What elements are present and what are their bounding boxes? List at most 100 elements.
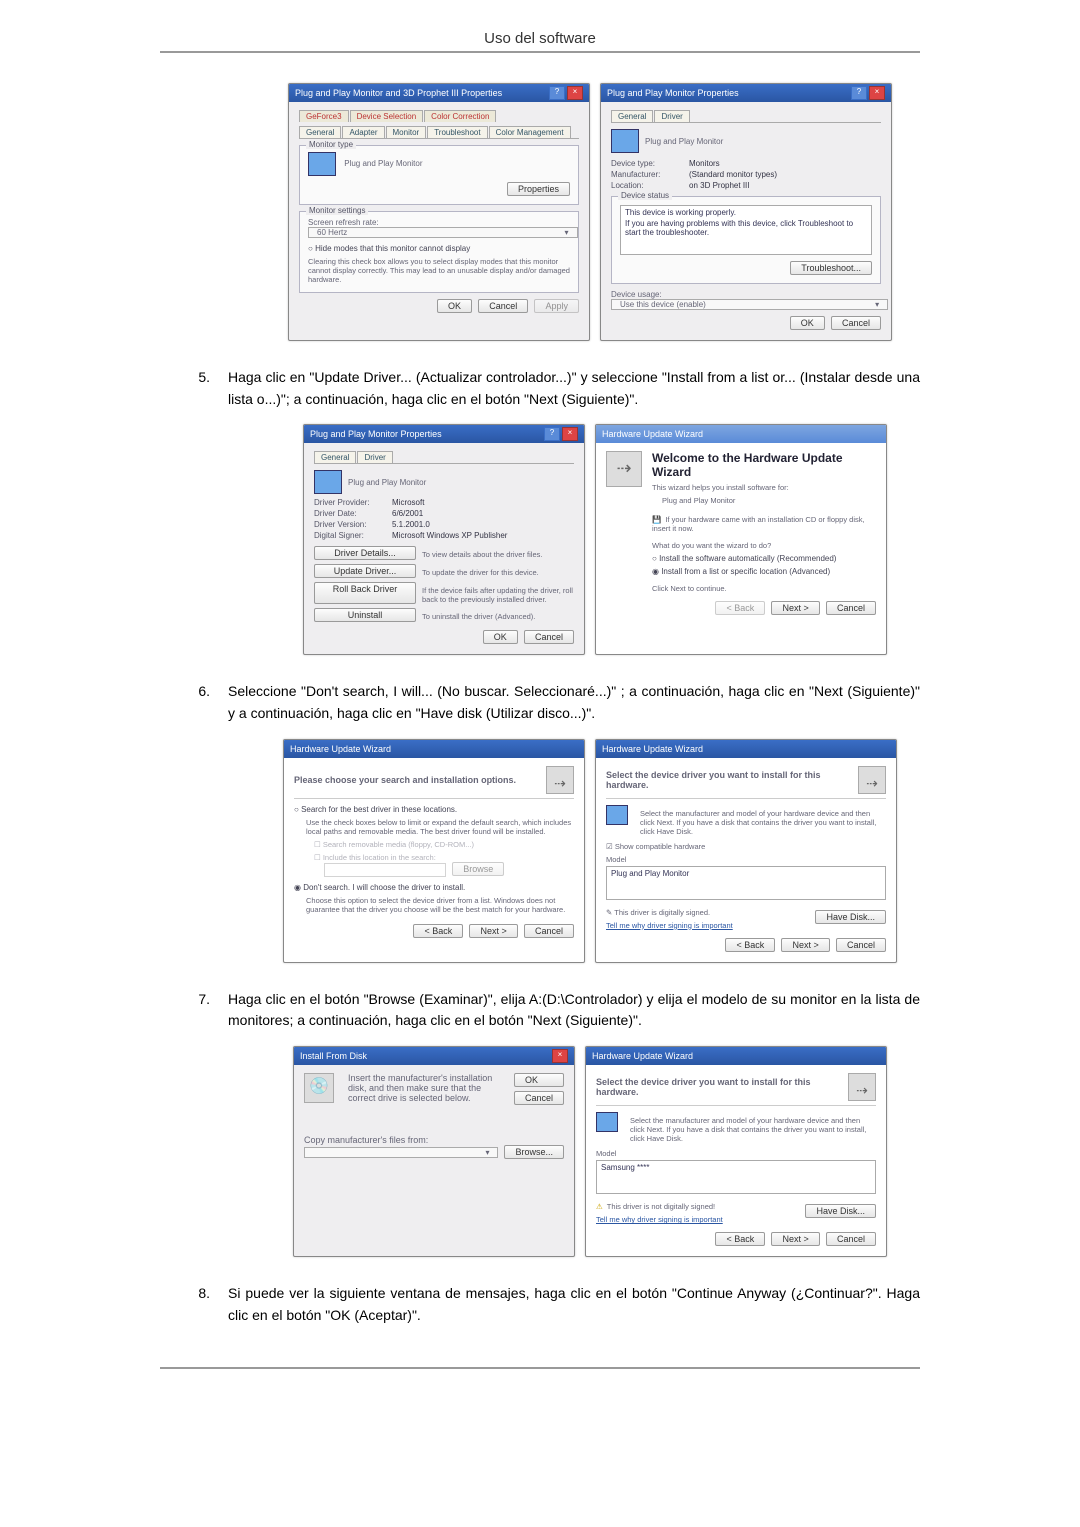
monitor-icon xyxy=(314,470,342,494)
document-page: Uso del software Plug and Play Monitor a… xyxy=(160,0,920,1389)
cancel-button[interactable]: Cancel xyxy=(524,924,574,938)
cancel-button[interactable]: Cancel xyxy=(514,1091,564,1105)
tab-adapter[interactable]: Adapter xyxy=(342,126,384,138)
opt-dont-search[interactable]: Don't search. I will choose the driver t… xyxy=(294,883,574,892)
dialog-monitor-3dprophet-props: Plug and Play Monitor and 3D Prophet III… xyxy=(288,83,590,341)
back-button[interactable]: < Back xyxy=(715,1232,765,1246)
chevron-down-icon: ▾ xyxy=(565,228,569,237)
dialog-hardware-wizard-select-driver-samsung: Hardware Update Wizard Select the device… xyxy=(585,1046,887,1257)
tabs: GeForce3 Device Selection Color Correcti… xyxy=(299,110,579,122)
rollback-driver-button[interactable]: Roll Back Driver xyxy=(314,582,416,604)
opt-install-list[interactable]: Install from a list or specific location… xyxy=(652,567,876,576)
tab-troubleshoot[interactable]: Troubleshoot xyxy=(427,126,487,138)
back-button[interactable]: < Back xyxy=(413,924,463,938)
step-5: 5. Haga clic en "Update Driver... (Actua… xyxy=(160,367,920,410)
ok-button[interactable]: OK xyxy=(790,316,825,330)
monitor-icon xyxy=(606,805,628,825)
screenshot-row-1: Plug and Play Monitor and 3D Prophet III… xyxy=(260,83,920,341)
help-icon[interactable]: ? xyxy=(851,86,867,100)
ok-button[interactable]: OK xyxy=(437,299,472,313)
ok-button[interactable]: OK xyxy=(483,630,518,644)
signing-link[interactable]: Tell me why driver signing is important xyxy=(596,1215,723,1224)
wizard-icon: ⇢ xyxy=(546,766,574,794)
copy-from-dropdown[interactable]: ▾ xyxy=(304,1147,498,1158)
next-button[interactable]: Next > xyxy=(771,1232,819,1246)
tab-color-correction[interactable]: Color Correction xyxy=(424,110,496,122)
have-disk-button[interactable]: Have Disk... xyxy=(815,910,886,924)
driver-details-button[interactable]: Driver Details... xyxy=(314,546,416,560)
wizard-header: Select the device driver you want to ins… xyxy=(606,770,850,790)
screenshot-row-3: Hardware Update Wizard Please choose you… xyxy=(260,739,920,963)
troubleshoot-button[interactable]: Troubleshoot... xyxy=(790,261,872,275)
monitor-name: Plug and Play Monitor xyxy=(344,159,422,168)
close-icon[interactable]: × xyxy=(552,1049,568,1063)
cancel-button[interactable]: Cancel xyxy=(826,601,876,615)
next-button[interactable]: Next > xyxy=(771,601,819,615)
close-icon[interactable]: × xyxy=(562,427,578,441)
step-text: Si puede ver la siguiente ventana de men… xyxy=(228,1283,920,1326)
tab-general[interactable]: General xyxy=(314,451,356,463)
model-list[interactable]: Plug and Play Monitor xyxy=(606,866,886,900)
ok-button[interactable]: OK xyxy=(514,1073,564,1087)
page-header: Uso del software xyxy=(160,30,920,47)
monitor-icon xyxy=(308,152,336,176)
hide-modes-checkbox[interactable]: Hide modes that this monitor cannot disp… xyxy=(308,244,570,253)
signing-link[interactable]: Tell me why driver signing is important xyxy=(606,921,733,930)
screenshot-row-2: Plug and Play Monitor Properties ?× Gene… xyxy=(270,424,920,655)
help-icon[interactable]: ? xyxy=(549,86,565,100)
device-name: Plug and Play Monitor xyxy=(645,137,723,146)
tab-geforce3[interactable]: GeForce3 xyxy=(299,110,349,122)
apply-button: Apply xyxy=(534,299,579,313)
cancel-button[interactable]: Cancel xyxy=(831,316,881,330)
help-icon[interactable]: ? xyxy=(544,427,560,441)
model-list[interactable]: Samsung **** xyxy=(596,1160,876,1194)
next-button[interactable]: Next > xyxy=(781,938,829,952)
have-disk-button[interactable]: Have Disk... xyxy=(805,1204,876,1218)
step-number: 6. xyxy=(160,681,228,724)
back-button[interactable]: < Back xyxy=(725,938,775,952)
device-usage-dropdown[interactable]: Use this device (enable)▾ xyxy=(611,299,888,310)
close-icon[interactable]: × xyxy=(869,86,885,100)
cancel-button[interactable]: Cancel xyxy=(826,1232,876,1246)
cancel-button[interactable]: Cancel xyxy=(478,299,528,313)
browse-button[interactable]: Browse... xyxy=(504,1145,564,1159)
label-copy-from: Copy manufacturer's files from: xyxy=(304,1135,564,1145)
next-button[interactable]: Next > xyxy=(469,924,517,938)
tab-monitor[interactable]: Monitor xyxy=(386,126,427,138)
chk-compat[interactable]: ☑ Show compatible hardware xyxy=(606,842,886,851)
refresh-rate-dropdown[interactable]: 60 Hertz▾ xyxy=(308,227,578,238)
dialog-hardware-wizard-search-options: Hardware Update Wizard Please choose you… xyxy=(283,739,585,963)
wizard-header: Select the device driver you want to ins… xyxy=(596,1077,840,1097)
cancel-button[interactable]: Cancel xyxy=(524,630,574,644)
wizard-title: Welcome to the Hardware Update Wizard xyxy=(652,451,876,479)
uninstall-button[interactable]: Uninstall xyxy=(314,608,416,622)
window-title: Hardware Update Wizard xyxy=(290,740,391,758)
wizard-icon: ⇢ xyxy=(858,766,886,794)
tab-general[interactable]: General xyxy=(299,126,341,138)
window-title: Hardware Update Wizard xyxy=(602,425,703,443)
tab-driver[interactable]: Driver xyxy=(654,110,689,122)
dialog-install-from-disk: Install From Disk × 💿 Insert the manufac… xyxy=(293,1046,575,1257)
chk-include-location: ☐ Include this location in the search: xyxy=(314,853,574,862)
update-driver-button[interactable]: Update Driver... xyxy=(314,564,416,578)
step-8: 8. Si puede ver la siguiente ventana de … xyxy=(160,1283,920,1326)
properties-button[interactable]: Properties xyxy=(507,182,570,196)
label-device-usage: Device usage: xyxy=(611,290,881,299)
dialog-hardware-update-wizard-welcome: Hardware Update Wizard ⇢ Welcome to the … xyxy=(595,424,887,655)
tab-color-management[interactable]: Color Management xyxy=(489,126,571,138)
opt-install-auto[interactable]: Install the software automatically (Reco… xyxy=(652,554,876,563)
step-number: 7. xyxy=(160,989,228,1032)
wizard-header: Please choose your search and installati… xyxy=(294,775,538,785)
close-icon[interactable]: × xyxy=(567,86,583,100)
step-7: 7. Haga clic en el botón "Browse (Examin… xyxy=(160,989,920,1032)
tab-device-selection[interactable]: Device Selection xyxy=(350,110,424,122)
signed-status: ✎ This driver is digitally signed. xyxy=(606,908,733,917)
step-text: Haga clic en el botón "Browse (Examinar)… xyxy=(228,989,920,1032)
label-model: Model xyxy=(596,1149,876,1158)
cancel-button[interactable]: Cancel xyxy=(836,938,886,952)
label-model: Model xyxy=(606,855,886,864)
tab-general[interactable]: General xyxy=(611,110,653,122)
tab-driver[interactable]: Driver xyxy=(357,451,392,463)
opt-search[interactable]: Search for the best driver in these loca… xyxy=(294,805,574,814)
hide-modes-note: Clearing this check box allows you to se… xyxy=(308,257,570,284)
